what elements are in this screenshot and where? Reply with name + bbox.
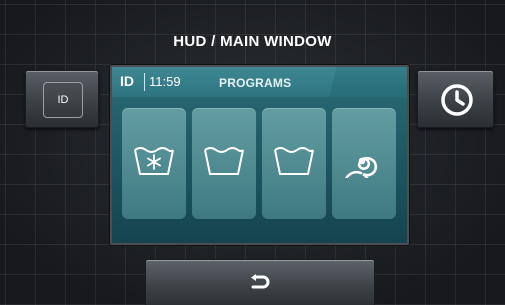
id-button-label: ID	[43, 82, 83, 118]
screen-id-label: ID	[120, 73, 134, 89]
clock-time: 11:59	[149, 74, 181, 89]
clock-icon	[441, 84, 473, 116]
program-tile-wash-2[interactable]	[262, 108, 326, 219]
screen-title: PROGRAMS	[219, 76, 292, 90]
program-tile-cold-wash[interactable]	[122, 108, 186, 219]
program-tile-spin[interactable]	[332, 108, 396, 219]
topbar-divider	[144, 73, 145, 91]
cold-wash-snowflake-icon	[134, 147, 174, 175]
wash-tub-icon	[204, 147, 244, 175]
page-title: HUD / MAIN WINDOW	[173, 33, 332, 50]
clock-button[interactable]	[417, 70, 494, 128]
id-button[interactable]: ID	[25, 70, 99, 128]
back-arrow-icon	[251, 274, 270, 289]
programs-screen: ID 11:59 PROGRAMS	[110, 65, 409, 245]
program-tile-wash-1[interactable]	[192, 108, 256, 219]
back-button[interactable]	[145, 259, 375, 305]
wash-tub-icon	[274, 147, 314, 175]
topbar-tab	[329, 67, 407, 97]
screen-topbar: ID 11:59 PROGRAMS	[112, 67, 407, 97]
spin-spiral-icon	[344, 156, 378, 178]
